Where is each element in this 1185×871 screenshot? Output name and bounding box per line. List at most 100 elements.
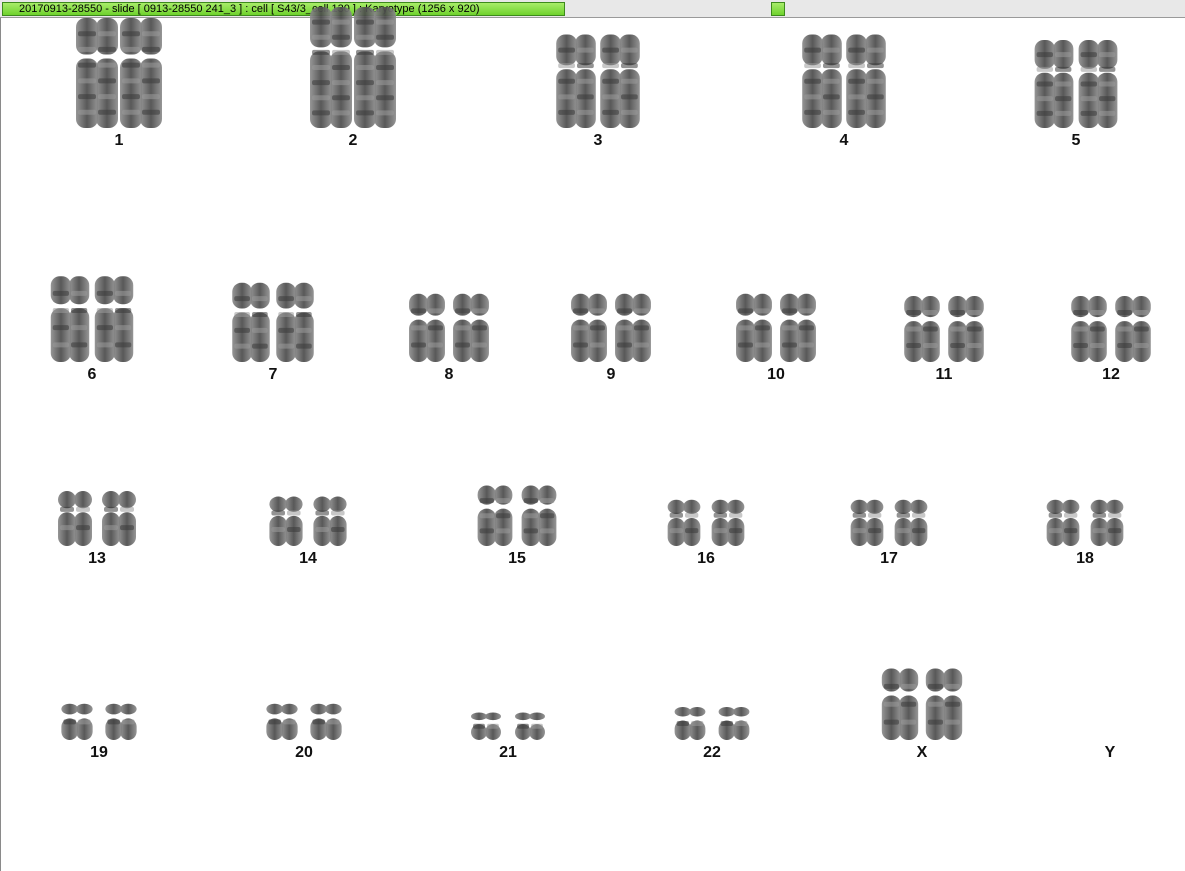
chromatid	[1071, 296, 1090, 362]
chromosome-15-homolog-1[interactable]	[477, 485, 513, 547]
chromosome-pair-6[interactable]: 6	[17, 274, 167, 384]
chromosome-pair-7[interactable]: 7	[198, 274, 348, 384]
chromosome-pair-19[interactable]: 19	[24, 652, 174, 762]
chromatid	[69, 276, 90, 362]
chromosome-6-homolog-2[interactable]	[94, 276, 134, 362]
chromosome-3-homolog-2[interactable]	[600, 34, 640, 129]
chromosome-10-homolog-1[interactable]	[736, 293, 772, 362]
chromosome-pair-graphic	[881, 668, 963, 741]
chromosome-pair-graphic	[61, 703, 137, 740]
chromosome-15-homolog-2[interactable]	[521, 485, 557, 547]
chromosome-13-homolog-1[interactable]	[58, 491, 92, 546]
chromosome-pair-9[interactable]: 9	[536, 274, 686, 384]
chromosome-pair-8[interactable]: 8	[374, 274, 524, 384]
chromosome-pair-18[interactable]: 18	[1010, 458, 1160, 568]
chromosome-pair-16[interactable]: 16	[631, 458, 781, 568]
chromosome-label: 18	[1076, 550, 1094, 567]
chromatid	[588, 293, 607, 362]
chromosome-pair-graphic	[76, 18, 162, 128]
chromosome-19-homolog-1[interactable]	[61, 703, 93, 740]
chromosome-1-homolog-1[interactable]	[76, 18, 118, 128]
chromosome-22-homolog-2[interactable]	[718, 707, 750, 740]
chromosome-4-homolog-1[interactable]	[802, 34, 842, 129]
chromosome-1-homolog-2[interactable]	[120, 18, 162, 128]
chromosome-21-homolog-2[interactable]	[515, 712, 545, 741]
chromatid	[76, 18, 98, 128]
chromosome-16-homolog-2[interactable]	[711, 499, 745, 546]
chromosome-14-homolog-1[interactable]	[269, 496, 303, 547]
chromosome-X-homolog-2[interactable]	[925, 668, 963, 741]
chromosome-22-homolog-1[interactable]	[674, 707, 706, 740]
chromosome-6-homolog-1[interactable]	[50, 276, 90, 362]
chromatid	[102, 491, 120, 546]
chromosome-9-homolog-2[interactable]	[615, 293, 651, 362]
chromosome-12-homolog-2[interactable]	[1115, 296, 1151, 362]
window-title-tab[interactable]: 20170913-28550 - slide [ 0913-28550 241_…	[2, 2, 565, 16]
chromatid	[600, 34, 621, 128]
chromosome-5-homolog-1[interactable]	[1034, 40, 1074, 128]
chromosome-X-homolog-1[interactable]	[881, 668, 919, 741]
chromosome-pair-17[interactable]: 17	[814, 458, 964, 568]
chromosome-20-homolog-1[interactable]	[266, 703, 298, 740]
chromosome-pair-3[interactable]: 3	[523, 34, 673, 150]
chromosome-label: 15	[508, 550, 526, 567]
chromosome-pair-1[interactable]: 1	[44, 18, 194, 150]
chromatid	[965, 296, 984, 362]
chromosome-11-homolog-2[interactable]	[948, 296, 984, 362]
chromosome-18-homolog-1[interactable]	[1046, 499, 1080, 546]
chromatid	[904, 296, 923, 362]
chromatid	[74, 491, 92, 546]
chromosome-pair-4[interactable]: 4	[769, 34, 919, 150]
chromatid	[374, 7, 396, 128]
chromatid	[736, 293, 755, 362]
chromosome-16-homolog-1[interactable]	[667, 499, 701, 546]
chromosome-17-homolog-1[interactable]	[850, 499, 884, 546]
chromosome-19-homolog-2[interactable]	[105, 703, 137, 740]
chromosome-pair-10[interactable]: 10	[701, 274, 851, 384]
chromosome-pair-Y[interactable]: Y	[1035, 652, 1185, 762]
chromosome-pair-graphic	[674, 707, 750, 740]
chromosome-pair-21[interactable]: 21	[433, 652, 583, 762]
chromatid	[281, 703, 298, 740]
chromosome-3-homolog-1[interactable]	[556, 34, 596, 129]
chromosome-17-homolog-2[interactable]	[894, 499, 928, 546]
chromosome-8-homolog-1[interactable]	[409, 293, 445, 362]
chromosome-pair-15[interactable]: 15	[442, 458, 592, 568]
chromosome-4-homolog-2[interactable]	[846, 34, 886, 129]
chromosome-11-homolog-1[interactable]	[904, 296, 940, 362]
chromosome-10-homolog-2[interactable]	[780, 293, 816, 362]
chromatid	[1046, 499, 1064, 546]
chromosome-13-homolog-2[interactable]	[102, 491, 136, 546]
chromosome-18-homolog-2[interactable]	[1090, 499, 1124, 546]
chromatid	[470, 293, 489, 362]
chromosome-pair-20[interactable]: 20	[229, 652, 379, 762]
chromosome-14-homolog-2[interactable]	[313, 496, 347, 547]
chromosome-12-homolog-1[interactable]	[1071, 296, 1107, 362]
chromosome-2-homolog-2[interactable]	[354, 7, 396, 128]
chromosome-pair-12[interactable]: 12	[1036, 274, 1185, 384]
chromosome-pair-14[interactable]: 14	[233, 458, 383, 568]
secondary-tab[interactable]	[771, 2, 785, 16]
chromosome-pair-graphic	[232, 282, 314, 362]
chromosome-pair-X[interactable]: X	[847, 652, 997, 762]
chromatid	[285, 496, 303, 546]
chromosome-pair-13[interactable]: 13	[22, 458, 172, 568]
chromatid	[310, 703, 327, 740]
chromatid	[556, 34, 577, 128]
chromosome-8-homolog-2[interactable]	[453, 293, 489, 362]
chromosome-20-homolog-2[interactable]	[310, 703, 342, 740]
chromatid	[325, 703, 342, 740]
chromosome-7-homolog-2[interactable]	[276, 282, 314, 362]
chromosome-5-homolog-2[interactable]	[1078, 40, 1118, 128]
chromosome-2-homolog-1[interactable]	[310, 7, 352, 128]
chromosome-pair-5[interactable]: 5	[1001, 40, 1151, 150]
chromosome-label: 12	[1102, 366, 1120, 383]
chromosome-pair-22[interactable]: 22	[637, 652, 787, 762]
chromosome-9-homolog-1[interactable]	[571, 293, 607, 362]
chromosome-pair-11[interactable]: 11	[869, 274, 1019, 384]
chromosome-7-homolog-1[interactable]	[232, 282, 270, 362]
chromosome-pair-2[interactable]: 2	[278, 7, 428, 150]
chromosome-label: 5	[1071, 132, 1081, 149]
chromosome-pair-graphic	[1071, 296, 1151, 362]
chromosome-21-homolog-1[interactable]	[471, 712, 501, 741]
